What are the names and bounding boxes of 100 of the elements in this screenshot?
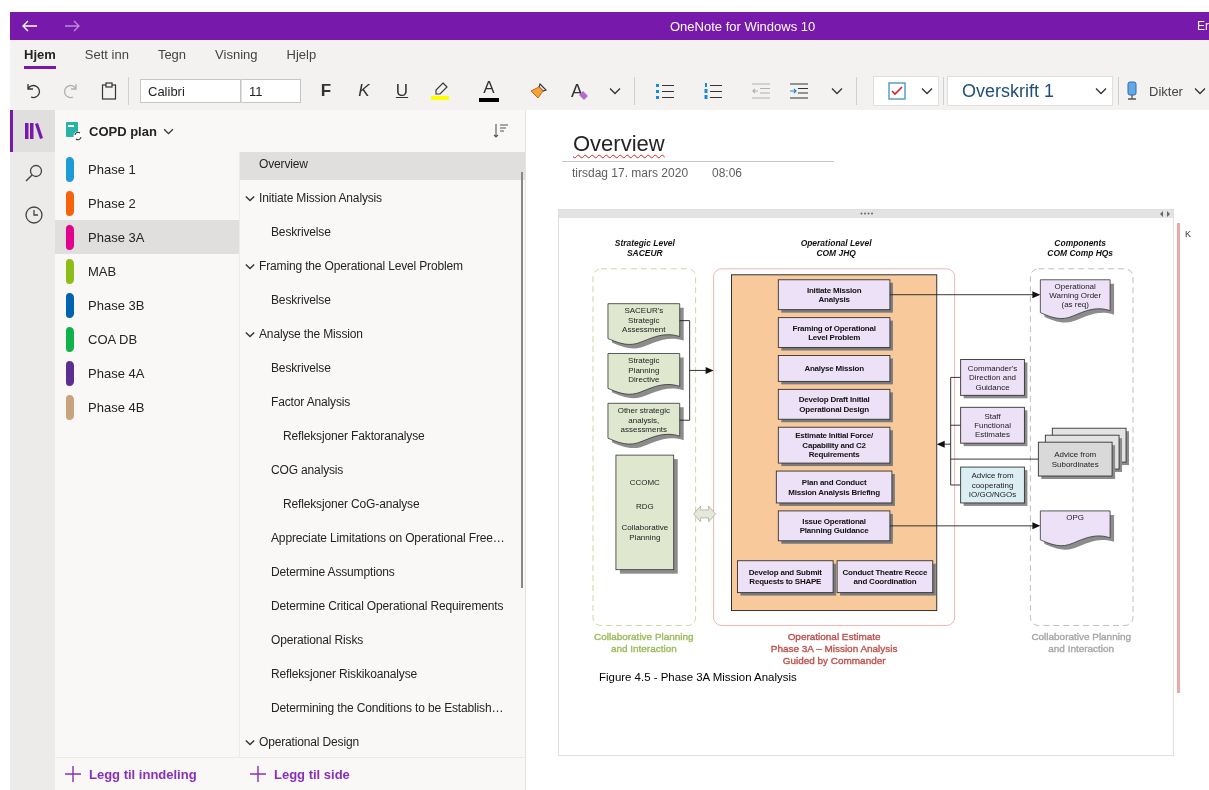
add-section-button[interactable]: Legg til inndeling: [64, 765, 239, 783]
column-heading: Strategic Level SACEUR: [614, 237, 675, 258]
font-name-field[interactable]: Calibri: [140, 79, 241, 103]
chevron-icon[interactable]: [245, 739, 255, 746]
section-tab[interactable]: Phase 3B: [55, 288, 239, 322]
image-frame[interactable]: [558, 209, 1174, 756]
ribbon-tab[interactable]: Tegn: [157, 47, 187, 69]
chevron-down-icon: [831, 87, 843, 95]
microphone-icon: [1125, 81, 1139, 101]
section-tab[interactable]: Phase 3A: [55, 220, 239, 254]
double-arrow: [693, 505, 716, 523]
books-icon: [25, 123, 43, 139]
staff-box: CCOMC RDG Collaborative Planning: [615, 454, 678, 574]
process-box: Analyse Mission: [777, 355, 893, 385]
add-page-button[interactable]: Legg til side: [249, 765, 350, 783]
search-icon: [25, 164, 43, 182]
page-item[interactable]: Analyse the Mission: [240, 322, 525, 350]
sort-icon: [493, 123, 509, 139]
width-arrows-icon[interactable]: [1160, 211, 1170, 217]
chevron-icon[interactable]: [245, 331, 255, 338]
column-heading: Operational Level COM JHQ: [800, 237, 872, 258]
ribbon-tab[interactable]: Hjelp: [286, 47, 317, 69]
page-item[interactable]: Operational Risks: [240, 628, 525, 656]
checkbox-icon: [888, 82, 906, 100]
page-item[interactable]: Beskrivelse: [240, 356, 525, 384]
todo-tag-button[interactable]: [873, 76, 939, 106]
ribbon-tab[interactable]: Sett inn: [84, 47, 129, 69]
page-title[interactable]: Overview: [573, 131, 665, 157]
page-item[interactable]: Determine Critical Operational Requirements: [240, 594, 525, 622]
page-item[interactable]: Beskrivelse: [240, 288, 525, 316]
numbered-list-icon: [703, 82, 723, 100]
bold-button[interactable]: F: [307, 76, 345, 106]
plus-icon: [64, 765, 82, 783]
section-tab[interactable]: COA DB: [55, 322, 239, 356]
page-time: 08:06: [712, 165, 743, 181]
scrollbar[interactable]: [521, 172, 523, 588]
column-heading: Components COM Comp HQs: [1047, 237, 1114, 258]
section-tab[interactable]: Phase 1: [55, 152, 239, 186]
font-size-field[interactable]: 11: [241, 79, 301, 103]
resize-handle-icon[interactable]: [860, 212, 874, 215]
redo-icon: [62, 82, 80, 100]
stacked-boxes: Advice from Subordinates: [1037, 427, 1129, 480]
process-box: Develop Draft Initial Operational Design: [777, 388, 893, 423]
group-caption: Operational Estimate Phase 3A – Mission Analysis Guided by Commander: [770, 631, 898, 667]
chevron-down-icon: [609, 87, 621, 95]
italic-button[interactable]: K: [345, 76, 383, 106]
page-item[interactable]: Overview: [240, 152, 525, 180]
ribbon-tab[interactable]: Hjem: [24, 47, 56, 69]
ribbon-tab[interactable]: Visning: [215, 47, 258, 69]
page-item[interactable]: Determining the Conditions to be Establish…: [240, 696, 525, 724]
section-tab[interactable]: Phase 2: [55, 186, 239, 220]
chevron-icon[interactable]: [245, 195, 255, 202]
page-item[interactable]: Operational Design: [240, 730, 525, 757]
style-dropdown[interactable]: Overskrift 1: [947, 76, 1113, 106]
note-text[interactable]: K: [1185, 229, 1191, 239]
window-title: OneNote for Windows 10: [670, 18, 816, 34]
underline-button[interactable]: U: [383, 76, 421, 106]
bullet-list-icon: [655, 82, 675, 100]
page-item[interactable]: Factor Analysis: [240, 390, 525, 418]
indent-icon: [789, 82, 809, 100]
process-box: Framing of Operational Level Problem: [777, 317, 893, 351]
section-tab[interactable]: MAB: [55, 254, 239, 288]
page-item[interactable]: Appreciate Limitations on Operational Free…: [240, 526, 525, 554]
notebook-dropdown[interactable]: COPD plan: [65, 121, 174, 141]
process-box: Initiate Mission Analysis: [777, 279, 893, 313]
group-caption: Collaborative Planning and Interaction: [1031, 631, 1131, 655]
chevron-down-icon: [1095, 87, 1107, 95]
account-name[interactable]: Er: [1197, 19, 1209, 33]
chevron-down-icon: [921, 87, 933, 95]
notebooks-button[interactable]: [10, 110, 55, 152]
page-item[interactable]: Beskrivelse: [240, 220, 525, 248]
highlighter-icon: [430, 81, 450, 101]
notebook-sync-icon: [65, 121, 83, 141]
undo-icon: [24, 82, 42, 100]
figure-caption: Figure 4.5 - Phase 3A Mission Analysis: [599, 671, 797, 684]
font-color-button[interactable]: A: [470, 76, 508, 106]
page-date: tirsdag 17. mars 2020: [572, 165, 690, 181]
chevron-icon[interactable]: [245, 263, 255, 270]
plus-icon: [249, 765, 267, 783]
chevron-down-icon: [1193, 87, 1206, 95]
clipboard-icon: [101, 82, 117, 100]
page-item[interactable]: Refleksjoner Faktoranalyse: [240, 424, 525, 452]
process-box: Issue Operational Planning Guidance: [777, 510, 893, 544]
input-box: Advice from cooperating IO/GO/NGOs: [960, 466, 1028, 506]
page-item[interactable]: Determine Assumptions: [240, 560, 525, 588]
page-item[interactable]: Refleksjoner Riskikoanalyse: [240, 662, 525, 690]
input-box: Staff Functional Estimates: [960, 406, 1028, 447]
page-item[interactable]: COG analysis: [240, 458, 525, 486]
page-item[interactable]: Framing the Operational Level Problem: [240, 254, 525, 282]
section-tab[interactable]: Phase 4B: [55, 390, 239, 424]
process-box: Plan and Conduct Mission Analysis Briefing: [775, 470, 895, 506]
process-box: Conduct Theatre Recce and Coordination: [836, 560, 936, 596]
group-caption: Collaborative Planning and Interaction: [594, 631, 694, 655]
page-item[interactable]: Initiate Mission Analysis: [240, 186, 525, 214]
chevron-down-icon: [162, 127, 174, 135]
outdent-icon: [751, 82, 771, 100]
back-arrow-icon: [22, 20, 38, 32]
section-tab[interactable]: Phase 4A: [55, 356, 239, 390]
page-item[interactable]: Refleksjoner CoG-analyse: [240, 492, 525, 520]
dictate-button[interactable]: Dikter: [1121, 76, 1187, 106]
